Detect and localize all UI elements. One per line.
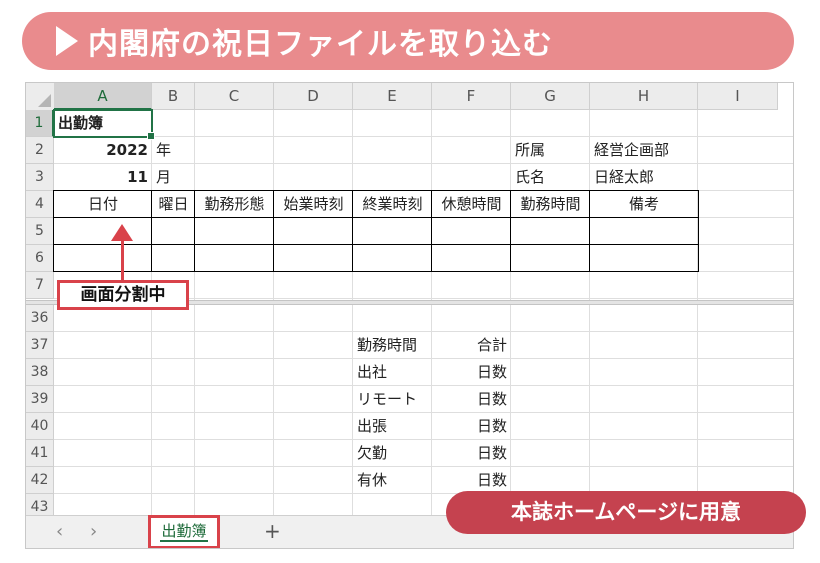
cell-g3-name-label[interactable]: 氏名	[511, 164, 590, 191]
sheet-tab-attendance[interactable]: 出勤簿	[148, 515, 220, 548]
sheet-tab-label: 出勤簿	[161, 522, 207, 540]
table-header-cell[interactable]: 休憩時間	[432, 191, 511, 218]
column-header-e[interactable]: E	[353, 83, 432, 110]
split-callout: 画面分割中	[57, 280, 189, 310]
gridline-v	[151, 305, 152, 515]
select-all-corner[interactable]	[26, 83, 55, 111]
summary-label-cell[interactable]: 欠勤	[353, 440, 432, 467]
table-header-cell[interactable]: 曜日	[152, 191, 195, 218]
row-header-7[interactable]: 7	[26, 272, 54, 299]
row-header-3[interactable]: 3	[26, 164, 54, 191]
cell-b3-month-unit[interactable]: 月	[152, 164, 195, 191]
tab-prev-arrow-icon[interactable]: ‹	[56, 521, 63, 542]
gridline-v	[273, 305, 274, 515]
summary-label-cell[interactable]: 出張	[353, 413, 432, 440]
table-header-cell[interactable]: 備考	[590, 191, 698, 218]
homepage-badge: 本誌ホームページに用意	[446, 491, 806, 534]
gridline-v	[194, 305, 195, 515]
summary-unit-cell[interactable]: 日数	[432, 359, 511, 386]
row-header-40[interactable]: 40	[26, 413, 54, 440]
cell-a2-year[interactable]: 2022	[54, 137, 152, 164]
row-header-2[interactable]: 2	[26, 137, 54, 164]
cell-h3-name-value[interactable]: 日経太郎	[590, 164, 698, 191]
row-header-41[interactable]: 41	[26, 440, 54, 467]
summary-label-cell[interactable]: 勤務時間	[353, 332, 432, 359]
title-banner: 内閣府の祝日ファイルを取り込む	[22, 12, 794, 70]
cell-b2-year-unit[interactable]: 年	[152, 137, 195, 164]
row-header-37[interactable]: 37	[26, 332, 54, 359]
table-header-cell[interactable]: 終業時刻	[353, 191, 432, 218]
row-header-39[interactable]: 39	[26, 386, 54, 413]
spreadsheet-window: A B C D E F G H I 1 2 3 4 5 6 7 36 37 38 39 40 41 42 43 出勤簿 2022 年…	[25, 82, 794, 549]
select-all-triangle-icon	[38, 94, 51, 107]
active-tab-underline	[160, 540, 208, 542]
gridline-v	[697, 305, 698, 515]
column-header-d[interactable]: D	[274, 83, 353, 110]
row-header-4[interactable]: 4	[26, 191, 54, 218]
summary-label-cell[interactable]: 出社	[353, 359, 432, 386]
row-header-6[interactable]: 6	[26, 245, 54, 272]
fill-handle[interactable]	[147, 132, 155, 140]
cell-a3-month[interactable]: 11	[54, 164, 152, 191]
summary-label-cell[interactable]: 有休	[353, 467, 432, 494]
row-header-38[interactable]: 38	[26, 359, 54, 386]
column-header-b[interactable]: B	[152, 83, 195, 110]
row-header-42[interactable]: 42	[26, 467, 54, 494]
table-header-cell[interactable]: 勤務時間	[511, 191, 590, 218]
column-header-g[interactable]: G	[511, 83, 590, 110]
column-header-h[interactable]: H	[590, 83, 698, 110]
tab-next-arrow-icon[interactable]: ›	[90, 521, 97, 542]
column-header-a[interactable]: A	[54, 83, 152, 110]
summary-unit-cell[interactable]: 合計	[432, 332, 511, 359]
banner-title: 内閣府の祝日ファイルを取り込む	[88, 27, 553, 62]
play-triangle-icon	[56, 26, 78, 56]
active-cell-outline	[53, 109, 155, 140]
summary-unit-cell[interactable]: 日数	[432, 413, 511, 440]
table-header-cell[interactable]: 始業時刻	[274, 191, 353, 218]
column-header-c[interactable]: C	[195, 83, 274, 110]
row-header-5[interactable]: 5	[26, 218, 54, 245]
summary-unit-cell[interactable]: 日数	[432, 467, 511, 494]
column-header-i[interactable]: I	[698, 83, 778, 110]
arrow-up-icon	[111, 224, 133, 241]
row-header-1[interactable]: 1	[26, 110, 54, 137]
table-header-cell[interactable]: 日付	[54, 191, 152, 218]
row-header-36[interactable]: 36	[26, 305, 54, 332]
gridline-v	[589, 305, 590, 515]
summary-unit-cell[interactable]: 日数	[432, 440, 511, 467]
add-sheet-button[interactable]: +	[264, 519, 281, 543]
arrow-shaft	[121, 240, 124, 280]
summary-unit-cell[interactable]: 日数	[432, 386, 511, 413]
table-border-v	[698, 190, 699, 272]
cell-g2-dept-label[interactable]: 所属	[511, 137, 590, 164]
column-header-f[interactable]: F	[432, 83, 511, 110]
table-header-cell[interactable]: 勤務形態	[195, 191, 274, 218]
summary-label-cell[interactable]: リモート	[353, 386, 432, 413]
cell-h2-dept-value[interactable]: 経営企画部	[590, 137, 698, 164]
